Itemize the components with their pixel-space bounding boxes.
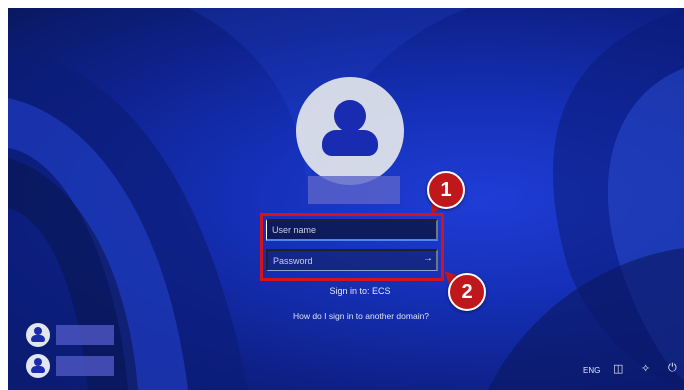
user-avatar-small <box>26 354 50 378</box>
callout-badge-2: 2 <box>448 273 486 311</box>
power-icon[interactable]: ⏻ <box>668 362 677 375</box>
sign-in-domain-label: Sign in to: ECS <box>329 286 391 296</box>
user-avatar-small <box>26 323 50 347</box>
redacted-tile-name <box>56 356 114 376</box>
network-icon[interactable]: ◫ <box>613 362 623 375</box>
avatar-shoulders-shape <box>322 130 378 156</box>
redacted-tile-name <box>56 325 114 345</box>
language-indicator[interactable]: ENG <box>583 366 600 375</box>
callout-badge-1: 1 <box>427 171 465 209</box>
user-avatar <box>296 77 404 185</box>
avatar-head-shape <box>334 100 366 132</box>
accessibility-icon[interactable]: ✧ <box>641 362 650 375</box>
other-domain-link[interactable]: How do I sign in to another domain? <box>270 311 452 321</box>
credentials-highlight-box <box>260 213 444 281</box>
redacted-user-name <box>308 176 400 204</box>
